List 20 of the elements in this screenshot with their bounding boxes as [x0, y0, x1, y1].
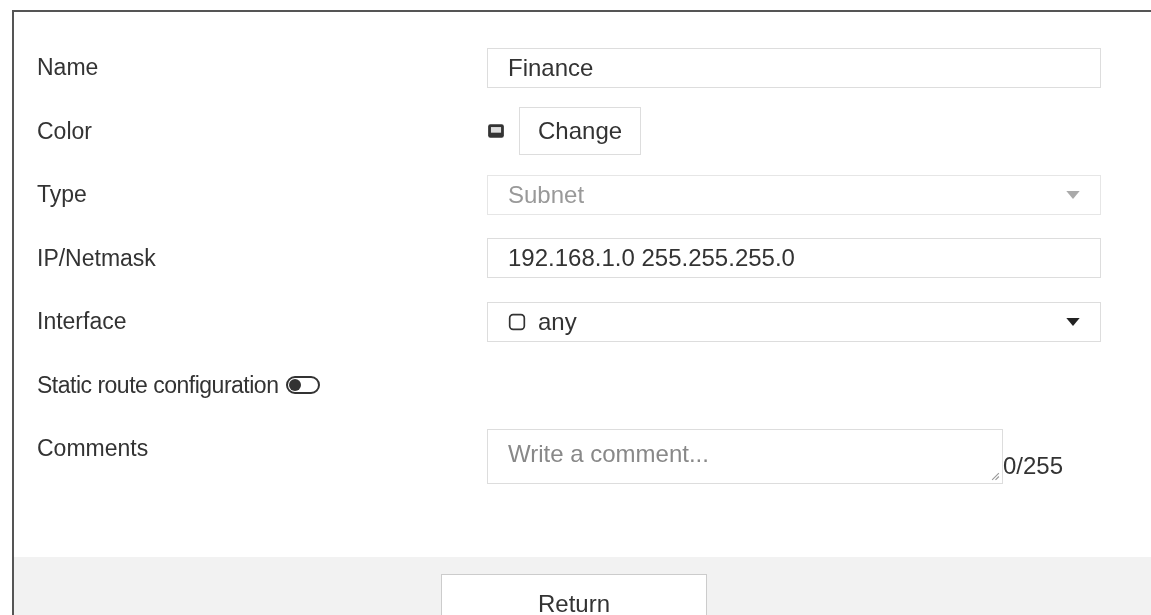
field-label: Static route configuration [37, 371, 279, 399]
character-counter: 0/255 [1003, 451, 1064, 480]
text-field[interactable]: Finance [487, 47, 1101, 88]
toggle-switch[interactable] [286, 376, 321, 395]
field-label: IP/Netmask [37, 244, 157, 272]
field-label: Name [37, 54, 100, 82]
caret-icon [1066, 317, 1080, 326]
field-label: Interface [37, 308, 128, 336]
change-button[interactable]: Change [519, 107, 642, 156]
resize-grip-icon [991, 472, 1000, 481]
comment-field[interactable]: Write a comment... [487, 429, 1003, 484]
return-button[interactable]: Return [441, 574, 707, 615]
interface-dropdown[interactable]: any [487, 301, 1101, 342]
interface-icon [508, 312, 526, 331]
color-swatch-icon [487, 123, 505, 140]
text-field[interactable]: 192.168.1.0 255.255.255.0 [487, 238, 1101, 279]
field-label: Type [37, 181, 88, 209]
caret-icon [1066, 190, 1080, 199]
field-label: Comments [37, 435, 150, 462]
field-label: Color [37, 117, 93, 145]
